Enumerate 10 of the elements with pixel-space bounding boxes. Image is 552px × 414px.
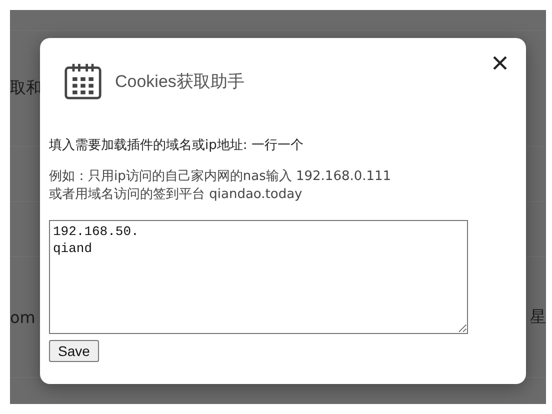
- calendar-icon: [64, 62, 102, 100]
- save-button[interactable]: Save: [49, 340, 99, 362]
- close-icon[interactable]: [492, 55, 508, 71]
- instruction-text: 填入需要加载插件的域名或ip地址: 一行一个: [49, 137, 304, 154]
- background-text: 星: [530, 306, 546, 328]
- example-text: 或者用域名访问的签到平台 qiandao.today: [49, 186, 304, 204]
- example-text: 例如：只用ip访问的自己家内网的nas输入 192.168.0.111: [49, 168, 392, 186]
- domains-field[interactable]: 192.168.50. qiand: [49, 220, 468, 334]
- dialog-title: Cookies获取助手: [115, 70, 244, 92]
- background-text: om: [10, 308, 36, 326]
